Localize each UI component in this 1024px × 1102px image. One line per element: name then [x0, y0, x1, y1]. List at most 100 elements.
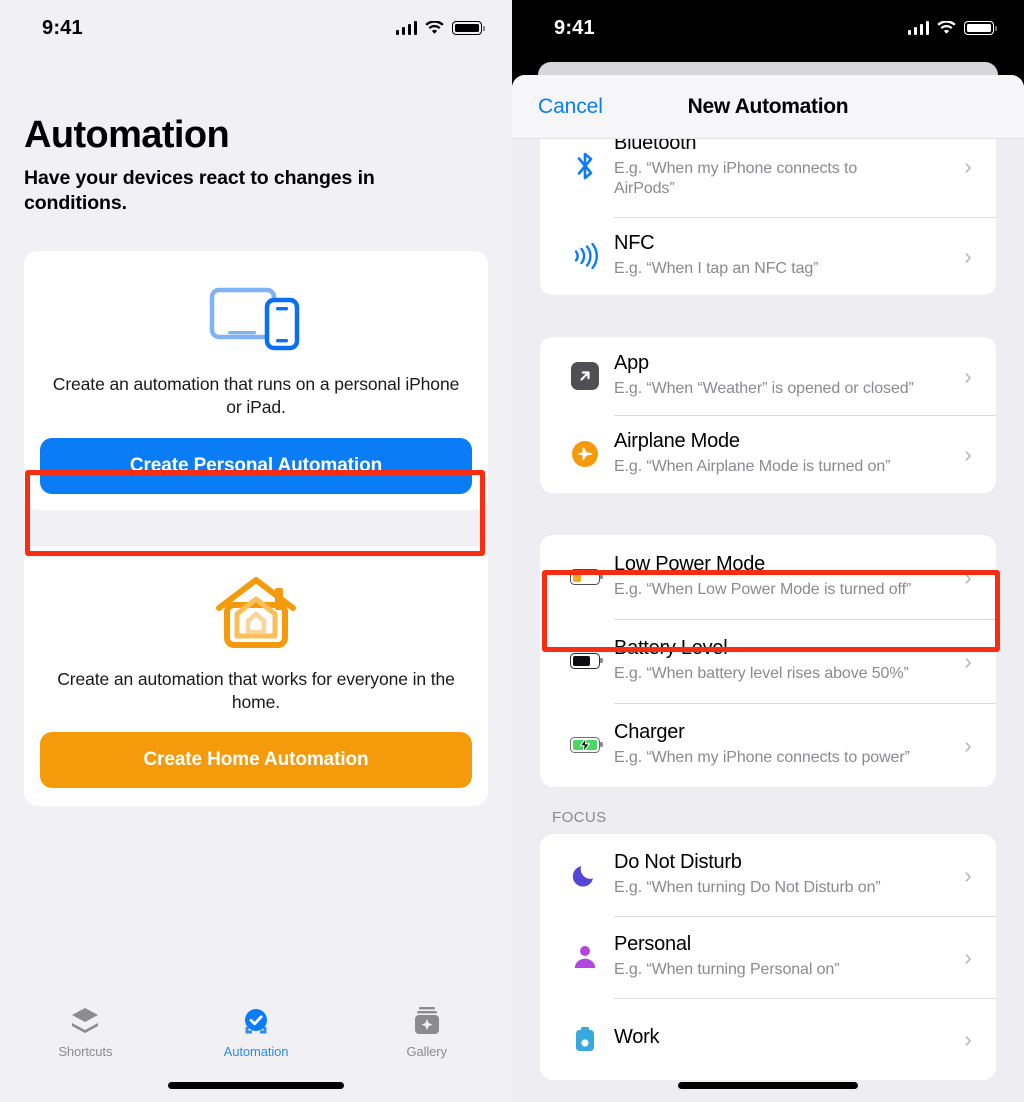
chevron-right-icon: › [964, 563, 972, 590]
tab-automation[interactable]: Automation [171, 1004, 342, 1059]
bluetooth-row[interactable]: Bluetooth E.g. “When my iPhone connects … [540, 139, 996, 217]
bluetooth-row-body: Bluetooth E.g. “When my iPhone connects … [614, 139, 950, 200]
bluetooth-row-title: Bluetooth [614, 139, 697, 155]
personal-focus-row[interactable]: Personal E.g. “When turning Personal on”… [540, 916, 996, 998]
home-automation-card: Create an automation that works for ever… [24, 545, 488, 806]
tab-shortcuts[interactable]: Shortcuts [0, 1004, 171, 1059]
trigger-list[interactable]: Bluetooth E.g. “When my iPhone connects … [512, 139, 1024, 1102]
home-indicator-right [678, 1082, 858, 1089]
chevron-right-icon: › [964, 647, 972, 674]
status-bar-time: 9:41 [42, 16, 83, 39]
cellular-signal-icon [395, 21, 417, 35]
airplane-mode-row-body: Airplane Mode E.g. “When Airplane Mode i… [614, 430, 950, 477]
status-bar-indicators [395, 21, 485, 35]
do-not-disturb-row-body: Do Not Disturb E.g. “When turning Do Not… [614, 851, 950, 898]
page-header: Automation Have your devices react to ch… [0, 56, 512, 215]
personal-card-description: Create an automation that runs on a pers… [52, 374, 460, 418]
do-not-disturb-row-subtitle: E.g. “When turning Do Not Disturb on” [614, 879, 881, 897]
cancel-button[interactable]: Cancel [538, 95, 603, 119]
airplane-mode-row[interactable]: Airplane Mode E.g. “When Airplane Mode i… [540, 415, 996, 493]
wifi-icon [937, 21, 956, 35]
airplane-mode-row-subtitle: E.g. “When Airplane Mode is turned on” [614, 458, 891, 476]
low-power-mode-row-body: Low Power Mode E.g. “When Low Power Mode… [614, 553, 950, 600]
app-row[interactable]: App E.g. “When “Weather” is opened or cl… [540, 337, 996, 415]
airplane-mode-row-title: Airplane Mode [614, 430, 740, 453]
app-row-title: App [614, 352, 649, 375]
status-bar-right: 9:41 [512, 0, 1024, 56]
work-briefcase-icon [556, 1026, 614, 1052]
do-not-disturb-row-title: Do Not Disturb [614, 851, 742, 874]
app-row-subtitle: E.g. “When “Weather” is opened or closed… [614, 380, 914, 398]
bluetooth-row-subtitle: E.g. “When my iPhone connects to AirPods… [614, 159, 858, 198]
chevron-right-icon: › [964, 861, 972, 888]
battery-level-row[interactable]: Battery Level E.g. “When battery level r… [540, 619, 996, 703]
airplane-mode-icon [556, 441, 614, 467]
app-row-body: App E.g. “When “Weather” is opened or cl… [614, 352, 950, 399]
personal-focus-row-body: Personal E.g. “When turning Personal on” [614, 933, 950, 980]
low-power-mode-row[interactable]: Low Power Mode E.g. “When Low Power Mode… [540, 535, 996, 619]
home-indicator-left [168, 1082, 344, 1089]
battery-icon [964, 21, 997, 35]
chevron-right-icon: › [964, 731, 972, 758]
page-subtitle: Have your devices react to changes in co… [24, 166, 375, 214]
app-arrow-icon [556, 362, 614, 390]
cellular-signal-icon [907, 21, 929, 35]
charger-row-body: Charger E.g. “When my iPhone connects to… [614, 721, 950, 768]
charger-row[interactable]: Charger E.g. “When my iPhone connects to… [540, 703, 996, 787]
moon-icon [556, 862, 614, 888]
nfc-row-title: NFC [614, 232, 655, 255]
battery-level-icon [556, 653, 614, 669]
home-house-icon [40, 570, 472, 656]
chevron-right-icon: › [964, 440, 972, 467]
shortcuts-app-automation-screen: 9:41 Automation Have your devices react … [0, 0, 512, 1102]
personal-focus-row-title: Personal [614, 933, 691, 956]
trigger-group-connectivity: Bluetooth E.g. “When my iPhone connects … [540, 139, 996, 295]
trigger-group-focus: Do Not Disturb E.g. “When turning Do Not… [540, 834, 996, 1080]
chevron-right-icon: › [964, 943, 972, 970]
shortcuts-stack-icon [69, 1004, 101, 1038]
low-power-mode-row-title: Low Power Mode [614, 553, 766, 576]
nfc-row-subtitle: E.g. “When I tap an NFC tag” [614, 260, 819, 278]
work-focus-row-body: Work [614, 1026, 950, 1053]
battery-level-row-title: Battery Level [614, 637, 728, 660]
devices-ipad-iphone-icon [40, 275, 472, 361]
tab-automation-label: Automation [223, 1044, 289, 1059]
battery-level-row-body: Battery Level E.g. “When battery level r… [614, 637, 950, 684]
charger-row-subtitle: E.g. “When my iPhone connects to power” [614, 749, 910, 767]
modal-sheet: Cancel New Automation Bluetooth E.g. “Wh… [512, 75, 1024, 1102]
home-card-description: Create an automation that works for ever… [57, 668, 455, 712]
battery-icon [452, 21, 485, 35]
tab-shortcuts-label: Shortcuts [58, 1044, 113, 1059]
do-not-disturb-row[interactable]: Do Not Disturb E.g. “When turning Do Not… [540, 834, 996, 916]
bluetooth-icon [556, 150, 614, 182]
status-bar-left: 9:41 [0, 0, 512, 56]
status-bar-time: 9:41 [554, 16, 595, 39]
battery-level-row-subtitle: E.g. “When battery level rises above 50%… [614, 665, 909, 683]
create-personal-automation-button[interactable]: Create Personal Automation [40, 437, 472, 494]
tab-gallery[interactable]: Gallery [341, 1004, 512, 1059]
charger-battery-icon [556, 737, 614, 753]
new-automation-sheet-screen: 9:41 Cancel New Automation Bluetooth E.g… [512, 0, 1024, 1102]
status-bar-indicators [907, 21, 997, 35]
trigger-group-power: Low Power Mode E.g. “When Low Power Mode… [540, 535, 996, 787]
wifi-icon [425, 21, 444, 35]
work-focus-row[interactable]: Work › [540, 998, 996, 1080]
nfc-waves-icon [556, 243, 614, 269]
create-home-automation-button[interactable]: Create Home Automation [40, 731, 472, 788]
low-power-mode-row-subtitle: E.g. “When Low Power Mode is turned off” [614, 581, 912, 599]
chevron-right-icon: › [964, 242, 972, 269]
focus-section-label: FOCUS [552, 809, 607, 826]
chevron-right-icon: › [964, 1025, 972, 1052]
nfc-row[interactable]: NFC E.g. “When I tap an NFC tag” › [540, 217, 996, 295]
gallery-sparkle-icon [412, 1004, 442, 1038]
screenshot-stage: 9:41 Automation Have your devices react … [0, 0, 1024, 1102]
chevron-right-icon: › [964, 152, 972, 179]
page-title: Automation [24, 114, 230, 156]
person-icon [556, 944, 614, 970]
low-power-battery-icon [556, 569, 614, 585]
chevron-right-icon: › [964, 362, 972, 389]
trigger-group-app-airplane: App E.g. “When “Weather” is opened or cl… [540, 337, 996, 493]
personal-automation-card: Create an automation that runs on a pers… [24, 251, 488, 510]
charger-row-title: Charger [614, 721, 685, 744]
sheet-navigation-bar: Cancel New Automation [512, 75, 1024, 139]
